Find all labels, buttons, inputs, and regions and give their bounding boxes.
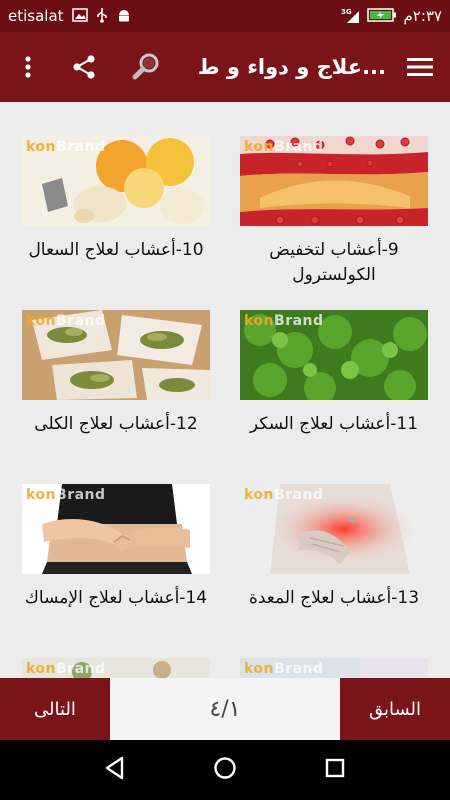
search-button[interactable]	[122, 43, 170, 91]
herb-grid: konBrand 9-أعشاب لتخفيض الكولسترول konBr…	[0, 102, 450, 678]
image-icon	[71, 7, 88, 25]
item-title: 14-أعشاب لعلاج الإمساك	[24, 588, 208, 608]
item-thumbnail: konBrand	[240, 658, 428, 678]
status-bar: etisalat 3G 3G ٢:٣٧م	[0, 0, 450, 32]
list-item[interactable]: konBrand 12-أعشاب لعلاج الكلى	[22, 310, 210, 437]
item-title: 9-أعشاب لتخفيض الكولسترول	[269, 240, 399, 285]
android-icon	[116, 7, 132, 26]
item-thumbnail: konBrand	[240, 136, 428, 226]
back-triangle-icon	[105, 756, 124, 780]
app-bar: علاج و دواء و ط...	[0, 32, 450, 102]
watermark-logo: konBrand	[26, 139, 106, 155]
hamburger-menu-button[interactable]	[404, 43, 436, 91]
list-item[interactable]: konBrand	[22, 658, 210, 678]
watermark-logo: konBrand	[244, 661, 324, 677]
system-nav-bar	[0, 740, 450, 800]
home-button[interactable]	[212, 755, 238, 785]
item-thumbnail: konBrand	[22, 658, 210, 678]
home-circle-icon	[214, 757, 236, 779]
list-item[interactable]: konBrand	[240, 658, 428, 678]
item-thumbnail: konBrand	[240, 484, 428, 574]
item-thumbnail: konBrand	[22, 310, 210, 400]
battery-charging-icon	[367, 7, 397, 26]
list-item[interactable]: konBrand 14-أعشاب لعلاج الإمساك	[22, 484, 210, 611]
page-indicator: ٤/١	[209, 696, 241, 722]
clock: ٢:٣٧م	[403, 7, 442, 25]
item-title: 12-أعشاب لعلاج الكلى	[34, 414, 198, 434]
watermark-logo: konBrand	[26, 661, 106, 677]
watermark-logo: konBrand	[244, 313, 324, 329]
watermark-logo: konBrand	[26, 487, 106, 503]
app-title: علاج و دواء و ط...	[197, 55, 386, 79]
watermark-logo: konBrand	[244, 139, 324, 155]
list-item[interactable]: konBrand 11-أعشاب لعلاج السكر	[240, 310, 428, 437]
item-title: 11-أعشاب لعلاج السكر	[249, 414, 419, 434]
more-vert-icon	[25, 56, 31, 78]
share-button[interactable]	[60, 43, 108, 91]
share-icon	[73, 55, 95, 79]
watermark-logo: konBrand	[26, 313, 106, 329]
overflow-menu-button[interactable]	[14, 43, 42, 91]
watermark-logo: konBrand	[244, 487, 324, 503]
next-button[interactable]: التالى	[0, 678, 110, 740]
item-title: 13-أعشاب لعلاج المعدة	[248, 588, 420, 608]
item-thumbnail: konBrand	[22, 484, 210, 574]
back-button[interactable]	[102, 755, 128, 785]
list-item[interactable]: konBrand 13-أعشاب لعلاج المعدة	[240, 484, 428, 611]
signal-icon: 3G	[341, 7, 361, 26]
recents-square-icon	[325, 758, 345, 778]
item-title: 10-أعشاب لعلاج السعال	[28, 240, 204, 260]
previous-button[interactable]: السابق	[340, 678, 450, 740]
recents-button[interactable]	[322, 755, 348, 785]
svg-text:3G: 3G	[341, 8, 352, 16]
list-item[interactable]: konBrand 9-أعشاب لتخفيض الكولسترول	[240, 136, 428, 288]
menu-icon	[407, 58, 433, 76]
item-thumbnail: konBrand	[240, 310, 428, 400]
pagination-bar: التالى ٤/١ السابق	[0, 678, 450, 740]
usb-icon	[96, 7, 108, 26]
list-item[interactable]: konBrand 10-أعشاب لعلاج السعال	[22, 136, 210, 263]
search-icon	[132, 53, 159, 80]
item-thumbnail: konBrand	[22, 136, 210, 226]
carrier-label: etisalat	[8, 7, 64, 25]
